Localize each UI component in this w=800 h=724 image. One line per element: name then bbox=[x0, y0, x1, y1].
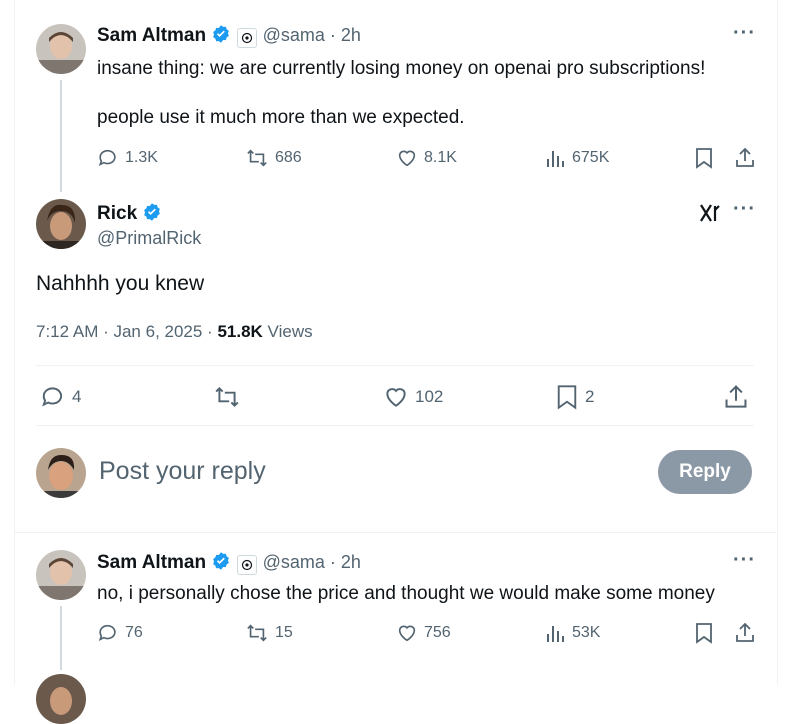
reply-count: 4 bbox=[72, 387, 82, 406]
author-name[interactable]: Sam Altman bbox=[97, 25, 206, 46]
repost-icon bbox=[245, 147, 269, 169]
avatar[interactable] bbox=[36, 24, 86, 74]
reply-action[interactable]: 76 bbox=[97, 622, 143, 644]
affiliate-badge-icon[interactable] bbox=[236, 28, 257, 48]
like-count: 756 bbox=[424, 624, 451, 641]
author-name-text[interactable]: Rick bbox=[97, 203, 137, 224]
views-count: 675K bbox=[572, 149, 610, 166]
repost-count: 686 bbox=[275, 149, 302, 166]
affiliate-badge-icon[interactable] bbox=[236, 555, 257, 575]
verified-badge-icon bbox=[211, 24, 231, 49]
tweet-text-line: insane thing: we are currently losing mo… bbox=[97, 58, 706, 79]
bookmark-icon[interactable] bbox=[694, 147, 714, 174]
views-action[interactable]: 675K bbox=[546, 147, 609, 169]
heart-icon bbox=[396, 622, 418, 644]
bookmark-count: 2 bbox=[585, 387, 595, 406]
author-name[interactable]: Rick bbox=[97, 202, 162, 228]
thread-line bbox=[60, 80, 62, 192]
timestamp[interactable]: 7:12 AM · Jan 6, 2025 · bbox=[36, 322, 217, 341]
bookmark-icon[interactable] bbox=[694, 622, 714, 649]
reply-action[interactable]: 1.3K bbox=[97, 147, 158, 169]
handle-and-time[interactable]: @sama · 2h bbox=[263, 552, 361, 572]
views-icon bbox=[546, 622, 566, 644]
views-count: 51.8K bbox=[217, 322, 263, 341]
views-action[interactable]: 53K bbox=[546, 622, 600, 644]
avatar[interactable] bbox=[36, 674, 86, 724]
tweet-header: Sam Altman @sama · 2h bbox=[97, 551, 361, 576]
repost-action[interactable]: 15 bbox=[245, 622, 293, 644]
divider bbox=[36, 365, 754, 366]
reply-count: 1.3K bbox=[125, 149, 158, 166]
like-action[interactable]: 102 bbox=[383, 384, 443, 410]
author-handle[interactable]: @PrimalRick bbox=[97, 228, 201, 249]
share-icon[interactable] bbox=[723, 383, 749, 414]
tweet-text: Nahhhh you knew bbox=[36, 272, 205, 295]
views-count: 53K bbox=[572, 624, 601, 641]
bookmark-icon bbox=[555, 384, 579, 410]
like-action[interactable]: 756 bbox=[396, 622, 451, 644]
tweet-text-line: people use it much more than we expected… bbox=[97, 107, 465, 128]
share-icon[interactable] bbox=[734, 146, 756, 173]
avatar bbox=[36, 448, 86, 498]
like-count: 8.1K bbox=[424, 149, 457, 166]
divider bbox=[36, 425, 754, 426]
bookmark-action[interactable]: 2 bbox=[555, 384, 594, 410]
repost-action[interactable] bbox=[213, 384, 241, 410]
handle-and-time[interactable]: @sama · 2h bbox=[263, 25, 361, 45]
verified-badge-icon bbox=[142, 202, 162, 228]
reply-icon bbox=[97, 622, 119, 644]
share-icon[interactable] bbox=[734, 621, 756, 648]
tweet-text: no, i personally chose the price and tho… bbox=[97, 583, 715, 604]
grok-icon[interactable] bbox=[699, 202, 721, 229]
reply-action[interactable]: 4 bbox=[40, 384, 81, 410]
heart-icon bbox=[383, 384, 409, 410]
reply-input[interactable]: Post your reply bbox=[99, 457, 266, 486]
like-count: 102 bbox=[415, 387, 444, 406]
verified-badge-icon bbox=[211, 551, 231, 576]
like-action[interactable]: 8.1K bbox=[396, 147, 457, 169]
more-icon[interactable]: ··· bbox=[733, 549, 756, 572]
reply-count: 76 bbox=[125, 624, 143, 641]
thread-line bbox=[60, 606, 62, 670]
views-label: Views bbox=[262, 322, 313, 341]
repost-action[interactable]: 686 bbox=[245, 147, 302, 169]
repost-icon bbox=[213, 384, 241, 410]
views-icon bbox=[546, 147, 566, 169]
divider bbox=[14, 532, 776, 533]
more-icon[interactable]: ··· bbox=[733, 198, 756, 221]
more-icon[interactable]: ··· bbox=[733, 22, 756, 45]
reply-button[interactable]: Reply bbox=[658, 450, 752, 494]
avatar[interactable] bbox=[36, 550, 86, 600]
tweet-header: Sam Altman @sama · 2h bbox=[97, 24, 361, 49]
repost-icon bbox=[245, 622, 269, 644]
timeline-column bbox=[14, 0, 778, 684]
reply-icon bbox=[40, 384, 66, 410]
avatar[interactable] bbox=[36, 199, 86, 249]
reply-icon bbox=[97, 147, 119, 169]
repost-count: 15 bbox=[275, 624, 293, 641]
author-name[interactable]: Sam Altman bbox=[97, 552, 206, 573]
tweet-meta: 7:12 AM · Jan 6, 2025 · 51.8K Views bbox=[36, 322, 313, 342]
heart-icon bbox=[396, 147, 418, 169]
